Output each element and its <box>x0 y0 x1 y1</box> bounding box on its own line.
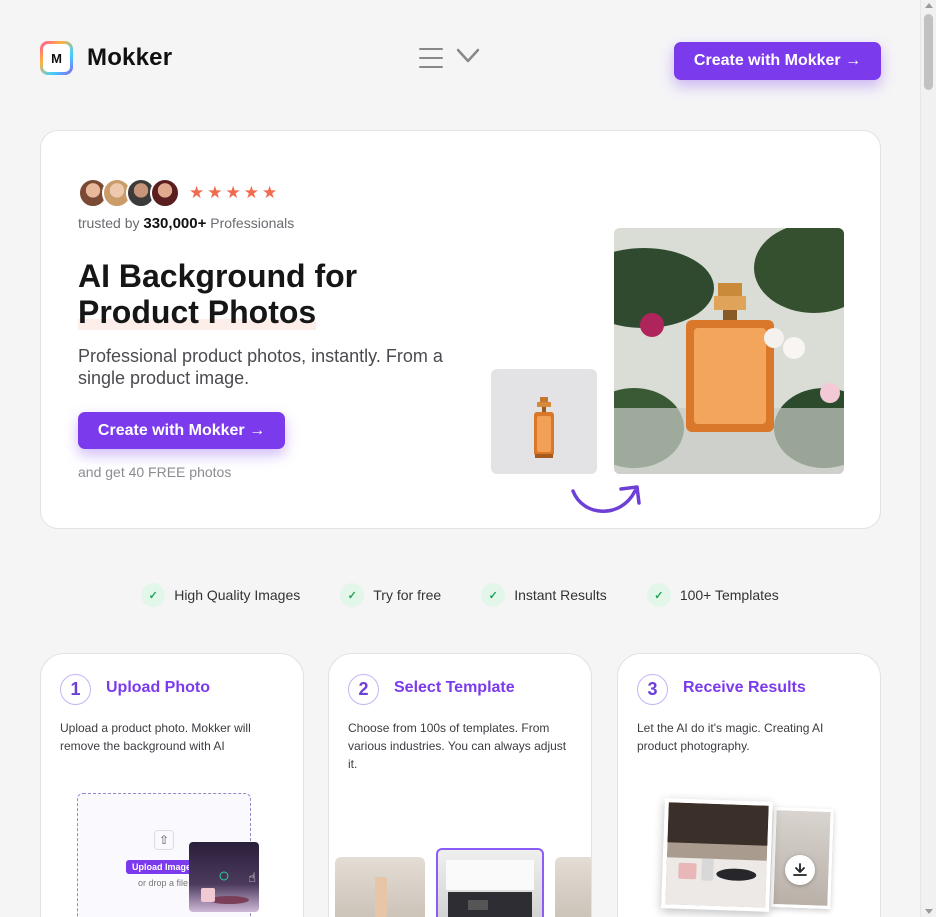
template-thumbnail-selected[interactable] <box>436 848 544 917</box>
star-icon: ★ <box>262 183 278 202</box>
page-scrollbar[interactable] <box>920 0 936 917</box>
step-number: 3 <box>637 674 668 705</box>
upload-cloud-icon: ⇧ <box>154 830 174 850</box>
step-number: 2 <box>348 674 379 705</box>
feature-label: High Quality Images <box>174 587 301 603</box>
logo-mark-icon: M <box>40 41 73 75</box>
chevron-down-icon[interactable] <box>456 47 480 65</box>
feature-label: Try for free <box>373 587 442 603</box>
template-thumbnail[interactable] <box>335 857 425 917</box>
scroll-thumb[interactable] <box>924 14 933 90</box>
hero-create-button[interactable]: Create with Mokker → <box>78 412 285 449</box>
star-icon: ★ <box>207 183 223 202</box>
hero-subtitle: Professional product photos, instantly. … <box>78 346 443 388</box>
feature-label: Instant Results <box>514 587 607 603</box>
star-icon: ★ <box>189 183 205 202</box>
download-icon[interactable] <box>785 855 815 885</box>
check-icon: ✓ <box>141 583 166 607</box>
logo-letter: M <box>43 44 70 72</box>
customer-avatars <box>78 178 180 208</box>
check-icon: ✓ <box>481 583 506 607</box>
trusted-by-text: trusted by 330,000+ Professionals <box>78 215 294 232</box>
hero-title: AI Background for Product Photos <box>78 258 498 330</box>
step-description: Let the AI do it's magic. Creating AI pr… <box>637 721 824 753</box>
feature-item: ✓ Try for free <box>340 583 441 607</box>
step-card-template: 2 Select Template Choose from 100s of te… <box>328 653 592 917</box>
step-title: Upload Photo <box>106 679 210 696</box>
drop-file-text: or drop a file <box>138 878 189 888</box>
site-header: M Mokker Create with Mokker → <box>0 0 920 120</box>
trusted-suffix: Professionals <box>210 215 295 231</box>
brand-name: Mokker <box>87 44 173 71</box>
step-description: Upload a product photo. Mokker will remo… <box>60 721 251 753</box>
step-number: 1 <box>60 674 91 705</box>
header-create-button[interactable]: Create with Mokker → <box>674 42 881 80</box>
step-card-results: 3 Receive Results Let the AI do it's mag… <box>617 653 881 917</box>
svg-text:☝: ☝ <box>248 871 256 886</box>
check-icon: ✓ <box>646 583 671 607</box>
hamburger-menu-icon[interactable] <box>419 48 443 68</box>
check-icon: ✓ <box>340 583 365 607</box>
step-description: Choose from 100s of templates. From vari… <box>348 721 567 771</box>
step-title: Select Template <box>394 679 515 696</box>
feature-item: ✓ Instant Results <box>481 583 607 607</box>
brand-logo[interactable]: M Mokker <box>40 41 172 75</box>
avatar <box>150 178 180 208</box>
feature-label: 100+ Templates <box>679 587 779 603</box>
step-title: Receive Results <box>683 679 806 696</box>
trusted-prefix: trusted by <box>78 215 140 231</box>
free-photos-note: and get 40 FREE photos <box>78 464 232 480</box>
upload-image-button: Upload Image <box>126 860 198 874</box>
result-photo-front <box>661 798 773 912</box>
features-strip: ✓ High Quality Images ✓ Try for free ✓ I… <box>0 583 920 607</box>
feature-item: ✓ High Quality Images <box>141 583 300 607</box>
scroll-up-arrow-icon[interactable] <box>925 3 933 8</box>
step-card-upload: 1 Upload Photo Upload a product photo. M… <box>40 653 304 917</box>
feature-item: ✓ 100+ Templates <box>646 583 779 607</box>
star-icon: ★ <box>225 183 241 202</box>
scroll-down-arrow-icon[interactable] <box>925 909 933 914</box>
generated-product-photo <box>614 228 844 474</box>
hero-title-line2: Product Photos <box>78 294 317 330</box>
template-thumbnail[interactable] <box>555 857 591 917</box>
trusted-count: 330,000+ <box>143 215 207 232</box>
hero-card: ★ ★ ★ ★ ★ trusted by 330,000+ Profession… <box>40 130 881 529</box>
upload-preview-image: ☝ <box>189 842 259 912</box>
hero-title-line1: AI Background for <box>78 258 358 294</box>
rating-stars: ★ ★ ★ ★ ★ <box>189 184 277 201</box>
original-product-photo <box>491 369 597 474</box>
curved-arrow-icon <box>571 485 641 513</box>
star-icon: ★ <box>243 183 259 202</box>
